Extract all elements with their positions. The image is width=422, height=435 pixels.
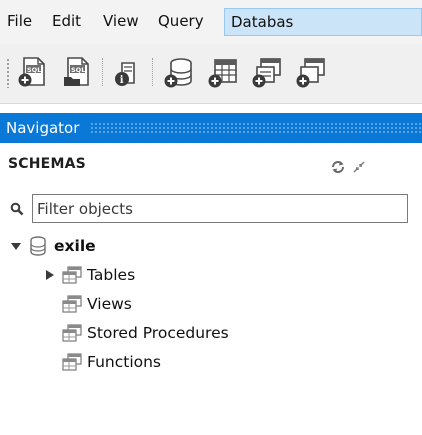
create-view-icon xyxy=(252,58,281,88)
folder-icon xyxy=(62,324,82,342)
folder-icon xyxy=(62,266,82,284)
tree-item-label: Tables xyxy=(87,266,136,284)
menu-file[interactable]: File xyxy=(1,8,38,36)
open-sql-script-icon: SQL xyxy=(64,57,89,86)
svg-text:SQL: SQL xyxy=(27,66,41,74)
schema-row-exile[interactable]: exile xyxy=(0,235,422,257)
database-icon xyxy=(30,236,46,256)
menu-bar: File Edit View Query Databas xyxy=(0,0,422,44)
filter-objects-input[interactable] xyxy=(32,194,408,223)
toolbar-separator xyxy=(102,58,103,86)
main-toolbar: SQL SQL i xyxy=(0,44,422,104)
tree-item-views[interactable]: Views xyxy=(0,293,422,315)
schema-name: exile xyxy=(54,237,96,255)
new-sql-tab-icon: SQL xyxy=(18,57,45,87)
folder-icon xyxy=(62,295,82,313)
tree-item-functions[interactable]: Functions xyxy=(0,351,422,373)
refresh-icon[interactable] xyxy=(330,160,346,174)
tree-item-tables[interactable]: Tables xyxy=(0,264,422,286)
header-grip xyxy=(90,122,422,134)
tree-item-label: Functions xyxy=(87,353,162,371)
create-schema-button[interactable] xyxy=(162,55,196,89)
svg-text:SQL: SQL xyxy=(71,66,85,74)
workbench-window: File Edit View Query Databas SQL SQL i N… xyxy=(0,0,422,435)
create-schema-icon xyxy=(164,58,192,88)
search-icon xyxy=(10,202,24,216)
expanded-triangle-icon[interactable] xyxy=(10,240,22,252)
tree-item-label: Stored Procedures xyxy=(87,324,229,342)
collapse-all-icon[interactable] xyxy=(352,160,366,174)
new-sql-tab-button[interactable]: SQL xyxy=(16,55,50,89)
schemas-label: SCHEMAS xyxy=(8,156,86,172)
create-procedure-button[interactable] xyxy=(294,55,328,89)
navigator-header: Navigator xyxy=(0,113,422,143)
collapsed-triangle-icon[interactable] xyxy=(44,269,56,281)
tree-item-stored-procedures[interactable]: Stored Procedures xyxy=(0,322,422,344)
schema-inspector-button[interactable]: i xyxy=(110,55,144,89)
create-procedure-icon xyxy=(296,58,325,88)
create-table-icon xyxy=(208,59,237,88)
navigator-title: Navigator xyxy=(6,119,80,137)
create-table-button[interactable] xyxy=(206,55,240,89)
menu-edit[interactable]: Edit xyxy=(46,8,87,36)
menu-database[interactable]: Databas xyxy=(224,8,422,36)
menu-query[interactable]: Query xyxy=(152,8,210,36)
schema-inspector-icon: i xyxy=(115,62,135,86)
open-sql-script-button[interactable]: SQL xyxy=(60,55,94,89)
tree-item-label: Views xyxy=(87,295,132,313)
svg-text:i: i xyxy=(120,75,124,86)
menu-view[interactable]: View xyxy=(97,8,145,36)
create-view-button[interactable] xyxy=(250,55,284,89)
toolbar-grip[interactable] xyxy=(6,58,10,88)
folder-icon xyxy=(62,353,82,371)
toolbar-separator xyxy=(152,58,153,86)
